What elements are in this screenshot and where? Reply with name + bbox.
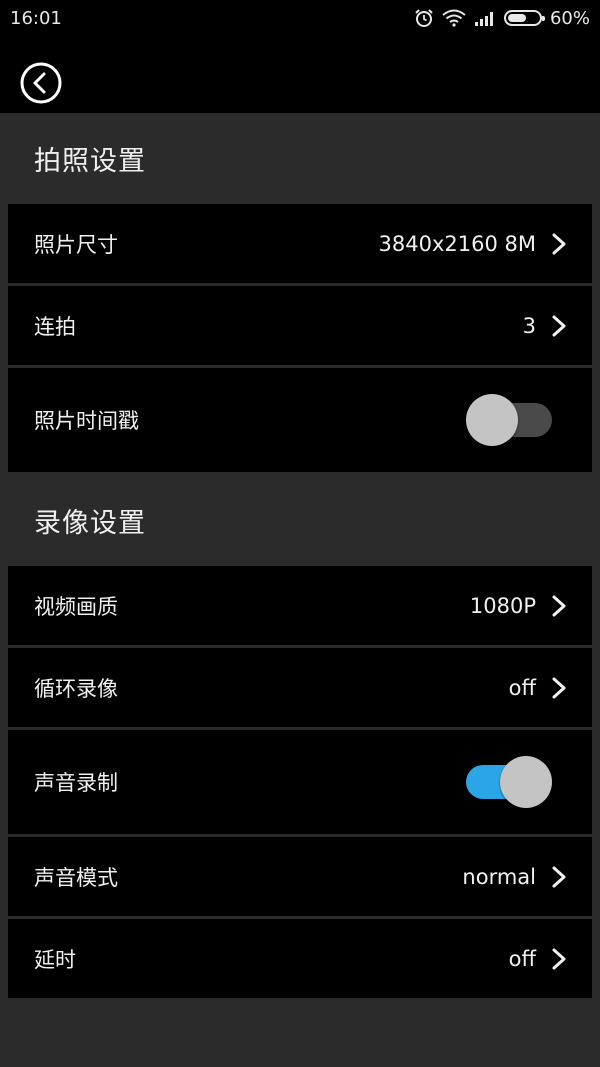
burst-label: 连拍 (34, 314, 76, 339)
audio-recording-toggle[interactable] (466, 756, 552, 808)
loop-recording-row[interactable]: 循环录像 off (8, 648, 592, 727)
photo-size-value: 3840x2160 8M (378, 231, 536, 256)
delay-value: off (508, 946, 536, 971)
photo-settings-group: 照片尺寸 3840x2160 8M 连拍 3 照片时间戳 (8, 204, 592, 472)
video-quality-row[interactable]: 视频画质 1080P (8, 566, 592, 645)
back-button[interactable] (20, 62, 62, 104)
status-icons: 60% (414, 8, 590, 29)
status-bar: 16:01 60% (0, 0, 600, 36)
alarm-icon (414, 8, 434, 28)
audio-recording-label: 声音录制 (34, 771, 118, 795)
loop-recording-label: 循环录像 (34, 676, 118, 701)
photo-timestamp-label: 照片时间戳 (34, 409, 139, 433)
video-quality-value: 1080P (469, 593, 536, 618)
photo-timestamp-row: 照片时间戳 (8, 368, 592, 472)
toggle-knob (500, 756, 552, 808)
battery-fill (507, 14, 526, 22)
battery-cap (541, 16, 545, 21)
signal-icon (474, 10, 496, 26)
burst-row[interactable]: 连拍 3 (8, 286, 592, 365)
video-settings-group: 视频画质 1080P 循环录像 off 声音录制 声音模式 normal 延时 … (8, 566, 592, 998)
photo-size-row[interactable]: 照片尺寸 3840x2160 8M (8, 204, 592, 283)
wifi-icon (442, 9, 466, 27)
battery-icon (503, 10, 545, 26)
audio-recording-row: 声音录制 (8, 730, 592, 834)
settings-content: 拍照设置 照片尺寸 3840x2160 8M 连拍 3 照片时间戳 录像设置 视… (0, 113, 600, 1001)
photo-settings-title: 拍照设置 (34, 146, 146, 177)
loop-recording-value: off (508, 675, 536, 700)
delay-row[interactable]: 延时 off (8, 919, 592, 998)
status-time: 16:01 (10, 7, 62, 29)
photo-size-label: 照片尺寸 (34, 232, 118, 257)
toggle-knob (466, 394, 518, 446)
settings-screen: 16:01 60% 拍照设置 照片尺寸 3840x2160 8M 连拍 3 照片… (0, 0, 600, 1067)
audio-mode-value: normal (462, 864, 536, 889)
chevron-right-icon (552, 233, 566, 254)
video-quality-label: 视频画质 (34, 594, 118, 619)
chevron-right-icon (552, 866, 566, 887)
video-settings-title: 录像设置 (34, 508, 146, 539)
burst-value: 3 (522, 313, 536, 338)
chevron-right-icon (552, 677, 566, 698)
chevron-right-icon (552, 595, 566, 616)
battery-percent: 60% (549, 7, 590, 29)
header-bar (0, 36, 600, 113)
delay-label: 延时 (34, 947, 76, 972)
chevron-right-icon (552, 948, 566, 969)
audio-mode-label: 声音模式 (34, 865, 118, 890)
chevron-right-icon (552, 315, 566, 336)
back-circle-icon (20, 62, 62, 104)
photo-timestamp-toggle[interactable] (466, 394, 552, 446)
audio-mode-row[interactable]: 声音模式 normal (8, 837, 592, 916)
